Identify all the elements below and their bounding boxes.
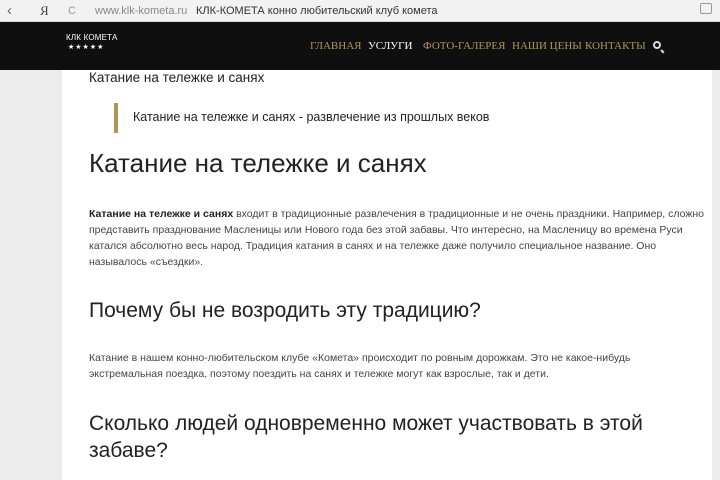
address-bar-page-title[interactable]: КЛК-КОМЕТА конно любительский клуб комет… <box>196 3 437 19</box>
browser-toolbar: ‹ Я C www.klk-kometa.ru КЛК-КОМЕТА конно… <box>0 0 720 22</box>
nav-item-contacts[interactable]: КОНТАКТЫ <box>585 39 646 53</box>
pull-quote: Катание на тележке и санях - развлечение… <box>133 110 490 124</box>
yandex-icon[interactable]: Я <box>40 3 49 19</box>
search-icon[interactable] <box>653 41 665 54</box>
reload-icon[interactable]: C <box>68 3 76 19</box>
section-heading-participants: Сколько людей одновременно может участво… <box>89 412 643 462</box>
nav-item-prices[interactable]: НАШИ ЦЕНЫ <box>512 39 582 53</box>
quote-accent-bar <box>114 103 118 133</box>
site-header: КЛК КОМЕТА ★★★★★ ГЛАВНАЯ УСЛУГИ ФОТО-ГАЛ… <box>0 22 720 70</box>
site-logo[interactable]: КЛК КОМЕТА ★★★★★ <box>66 33 118 53</box>
intro-paragraph: Катание на тележке и санях входит в трад… <box>89 206 705 270</box>
nav-item-photo-gallery[interactable]: ФОТО-ГАЛЕРЕЯ <box>423 39 505 53</box>
back-arrow-icon[interactable]: ‹ <box>7 3 12 19</box>
page-title: Катание на тележке и санях <box>89 148 427 178</box>
nav-item-services[interactable]: УСЛУГИ <box>368 39 412 53</box>
section-paragraph-revive: Катание в нашем конно-любительском клубе… <box>89 352 631 380</box>
nav-item-home[interactable]: ГЛАВНАЯ <box>310 39 362 53</box>
logo-name: КЛК КОМЕТА <box>66 33 118 42</box>
intro-bold-lead: Катание на тележке и санях <box>89 208 234 220</box>
page-breadcrumb-title: Катание на тележке и санях <box>89 70 265 85</box>
section-heading-revive: Почему бы не возродить эту традицию? <box>89 299 481 322</box>
logo-stars: ★★★★★ <box>68 44 105 51</box>
main-content: Катание на тележке и санях Катание на те… <box>62 70 712 480</box>
address-bar-url[interactable]: www.klk-kometa.ru <box>95 3 187 19</box>
extension-icon[interactable] <box>700 3 712 14</box>
